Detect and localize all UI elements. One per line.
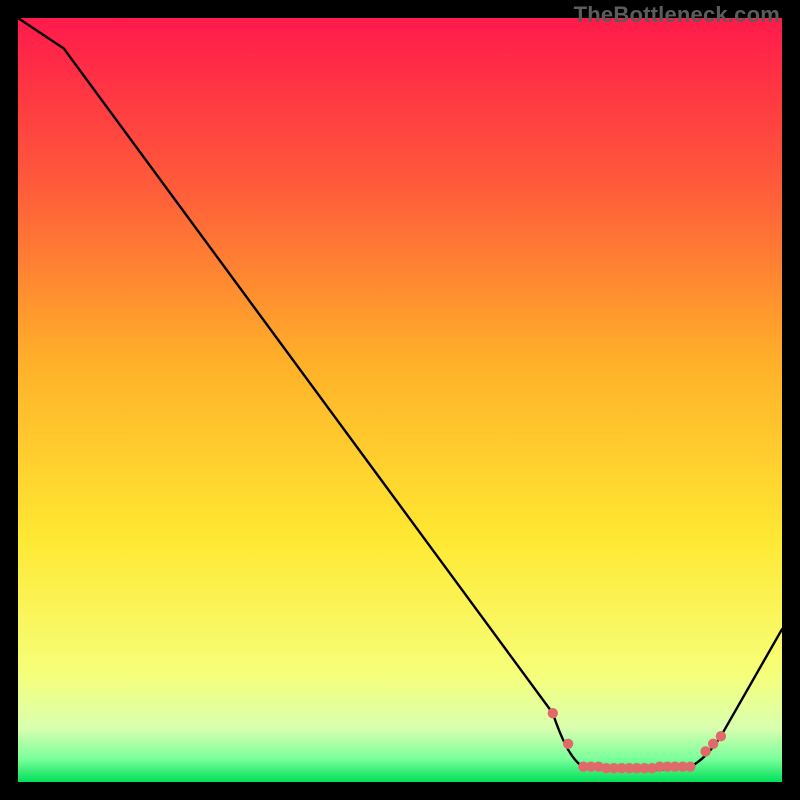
marker-dot: [700, 746, 710, 756]
chart-svg: [18, 18, 782, 782]
marker-dot: [563, 739, 573, 749]
marker-dot: [716, 731, 726, 741]
marker-dot: [708, 739, 718, 749]
marker-dot: [685, 762, 695, 772]
watermark-label: TheBottleneck.com: [574, 2, 780, 28]
chart-canvas: TheBottleneck.com: [0, 0, 800, 800]
marker-dot: [548, 708, 558, 718]
plot-area: [18, 18, 782, 782]
gradient-background: [18, 18, 782, 782]
